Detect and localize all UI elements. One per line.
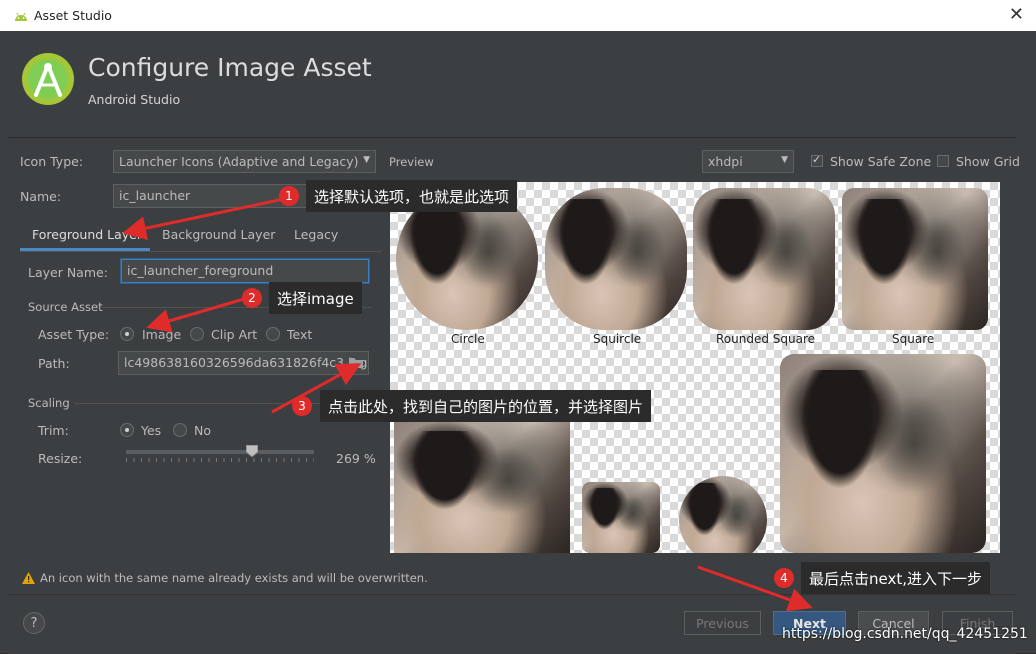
annotation-1-text: 选择默认选项，也就是此选项 [306,180,518,212]
annotation-3-badge: 3 [292,396,312,416]
annotation-4-badge: 4 [774,568,794,588]
arrow-2 [146,297,245,333]
annotation-2-text: 选择image [269,282,362,314]
watermark: https://blog.csdn.net/qq_42451251 [782,626,1028,642]
annotation-arrows [122,197,813,612]
annotation-1-badge: 1 [279,186,299,206]
annotation-2-badge: 2 [242,288,262,308]
arrow-1 [122,197,285,241]
annotation-3-text: 点击此处，找到自己的图片的位置，并选择图片 [320,390,652,422]
annotation-4-text: 最后点击next,进入下一步 [801,562,990,594]
